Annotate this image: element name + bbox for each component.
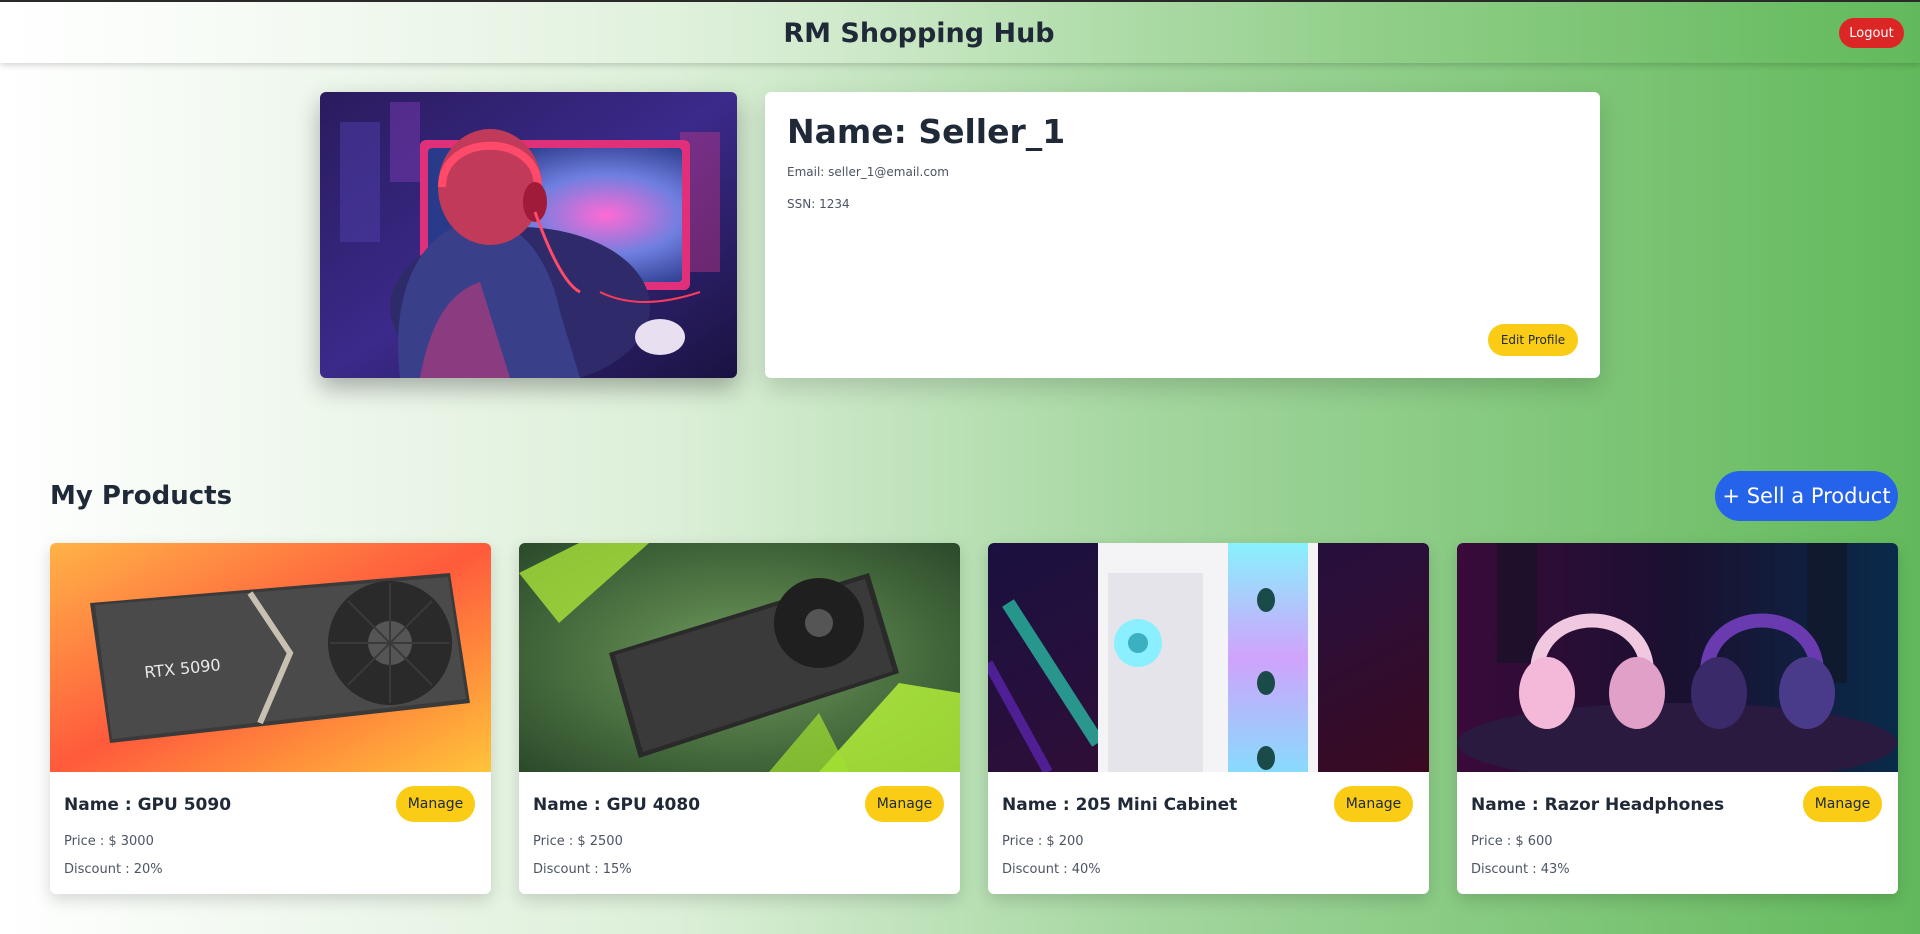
product-name: Name : GPU 5090 [64, 795, 232, 815]
product-card: Name : GPU 4080 Manage Price : $ 2500 Di… [519, 543, 960, 894]
manage-button[interactable]: Manage [396, 786, 475, 822]
product-discount: Discount : 40% [1002, 862, 1101, 877]
product-image [988, 543, 1429, 772]
product-name: Name : GPU 4080 [533, 795, 701, 815]
profile-email: Email: seller_1@email.com [787, 165, 949, 179]
logout-button[interactable]: Logout [1839, 18, 1904, 48]
edit-profile-button[interactable]: Edit Profile [1488, 324, 1578, 356]
manage-button[interactable]: Manage [1803, 786, 1882, 822]
product-discount: Discount : 15% [533, 862, 632, 877]
product-price: Price : $ 3000 [64, 834, 154, 849]
profile-card: Name: Seller_1 Email: seller_1@email.com… [765, 92, 1600, 378]
product-discount: Discount : 20% [64, 862, 163, 877]
manage-button[interactable]: Manage [865, 786, 944, 822]
product-discount: Discount : 43% [1471, 862, 1570, 877]
product-card: Name : 205 Mini Cabinet Manage Price : $… [988, 543, 1429, 894]
product-price: Price : $ 200 [1002, 834, 1084, 849]
product-price: Price : $ 600 [1471, 834, 1553, 849]
manage-button[interactable]: Manage [1334, 786, 1413, 822]
product-image [1457, 543, 1898, 772]
product-image: RTX 5090 [50, 543, 491, 772]
product-name: Name : 205 Mini Cabinet [1002, 795, 1238, 815]
app-header: RM Shopping Hub Logout [0, 2, 1920, 63]
product-price: Price : $ 2500 [533, 834, 623, 849]
product-image [519, 543, 960, 772]
product-card: RTX 5090 Name : GPU 5090 Manage Price : … [50, 543, 491, 894]
app-title: RM Shopping Hub [783, 18, 1055, 49]
sell-product-button[interactable]: + Sell a Product [1715, 471, 1898, 521]
product-card: Name : Razor Headphones Manage Price : $… [1457, 543, 1898, 894]
profile-image [320, 92, 737, 378]
product-name: Name : Razor Headphones [1471, 795, 1725, 815]
profile-ssn: SSN: 1234 [787, 197, 850, 211]
section-title: My Products [50, 481, 233, 511]
profile-name: Name: Seller_1 [787, 112, 1066, 151]
